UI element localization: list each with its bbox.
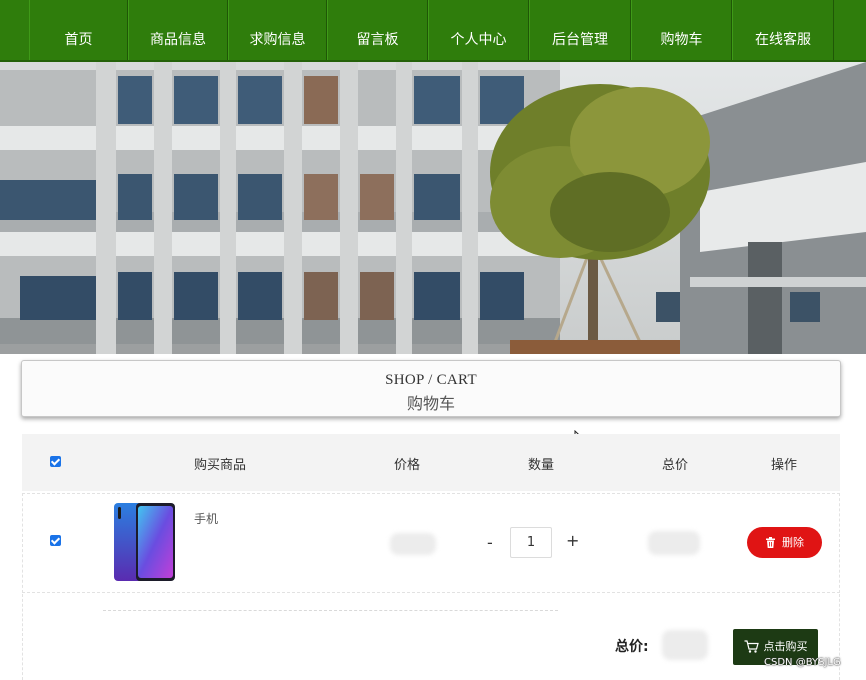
nav-item-label: 个人中心 [450,32,507,48]
section-title-en: SHOP / CART [385,372,477,388]
buy-button-label: 点击购买 [763,640,808,653]
nav-item-label: 首页 [64,32,93,48]
column-header-actions: 操作 [771,458,798,473]
banner-image [0,62,866,354]
column-header-quantity: 数量 [528,458,555,473]
divider [103,610,558,611]
nav-item-label: 求购信息 [249,32,306,48]
column-header-price: 价格 [394,458,421,473]
cart-summary [22,594,840,680]
nav-item-label: 留言板 [356,32,399,48]
nav-item-label: 在线客服 [755,32,811,48]
column-header-product: 购买商品 [194,458,247,473]
nav-item-message-board[interactable]: 留言板 [327,0,428,60]
nav-item-customer-service[interactable]: 在线客服 [732,0,834,60]
section-heading: SHOP / CART 购物车 [21,360,841,417]
nav-item-products[interactable]: 商品信息 [128,0,228,60]
column-header-total: 总价 [662,458,689,473]
top-navigation: 首页 商品信息 求购信息 留言板 个人中心 后台管理 购物车 在线客服 [0,0,866,62]
delete-button[interactable]: 删除 [747,527,822,558]
quantity-input[interactable]: 1 [510,527,552,558]
nav-item-label: 商品信息 [150,32,206,48]
nav-item-personal-center[interactable]: 个人中心 [428,0,529,60]
price-value-obscured [390,533,436,555]
cart-table-header: 购买商品 价格 数量 总价 操作 [22,434,840,491]
quantity-decrease-button[interactable]: - [487,533,493,552]
quantity-increase-button[interactable]: + [566,531,579,550]
item-checkbox[interactable] [50,535,61,546]
product-name[interactable]: 手机 [194,510,218,527]
section-title-cn: 购物车 [406,396,455,413]
product-image-phone[interactable] [112,501,177,583]
grand-total-label: 总价: [615,639,649,655]
shopping-cart-icon [744,640,759,653]
nav-item-wanted[interactable]: 求购信息 [228,0,327,60]
banner-carousel[interactable] [0,62,866,354]
watermark: CSDN @BYSJLG [764,657,841,668]
item-total-obscured [648,531,700,555]
nav-item-label: 购物车 [660,32,703,48]
trash-icon [766,537,775,548]
nav-item-home[interactable]: 首页 [29,0,128,60]
nav-item-cart[interactable]: 购物车 [631,0,732,60]
delete-button-label: 删除 [782,536,804,549]
select-all-checkbox[interactable] [50,456,61,467]
grand-total-obscured [662,630,708,660]
nav-item-label: 后台管理 [552,32,608,48]
nav-item-admin[interactable]: 后台管理 [529,0,631,60]
